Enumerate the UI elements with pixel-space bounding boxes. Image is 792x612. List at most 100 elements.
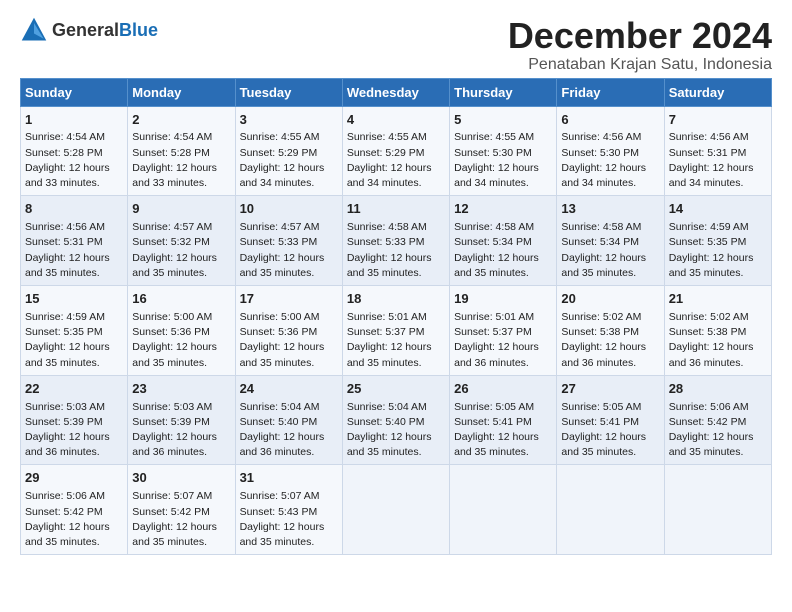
day-info: Daylight: 12 hours [669, 251, 767, 266]
day-number: 5 [454, 111, 552, 130]
day-info: Daylight: 12 hours [561, 161, 659, 176]
day-info: Sunrise: 5:06 AM [25, 489, 123, 504]
day-info: Sunrise: 4:59 AM [669, 220, 767, 235]
day-info: Sunrise: 5:00 AM [132, 310, 230, 325]
day-info: and 35 minutes. [669, 266, 767, 281]
day-info: and 35 minutes. [347, 356, 445, 371]
day-info: and 35 minutes. [25, 356, 123, 371]
day-number: 1 [25, 111, 123, 130]
day-info: and 34 minutes. [347, 176, 445, 191]
day-info: Sunrise: 5:03 AM [25, 400, 123, 415]
day-info: Daylight: 12 hours [347, 251, 445, 266]
calendar-table: SundayMondayTuesdayWednesdayThursdayFrid… [20, 78, 772, 556]
day-number: 11 [347, 200, 445, 219]
day-info: Daylight: 12 hours [132, 161, 230, 176]
day-number: 17 [240, 290, 338, 309]
day-info: Sunrise: 5:07 AM [240, 489, 338, 504]
day-number: 21 [669, 290, 767, 309]
day-number: 18 [347, 290, 445, 309]
calendar-cell: 11Sunrise: 4:58 AMSunset: 5:33 PMDayligh… [342, 196, 449, 286]
day-info: Daylight: 12 hours [561, 430, 659, 445]
day-info: Daylight: 12 hours [454, 251, 552, 266]
day-info: Sunrise: 4:57 AM [132, 220, 230, 235]
calendar-cell: 31Sunrise: 5:07 AMSunset: 5:43 PMDayligh… [235, 465, 342, 555]
day-info: Sunrise: 5:06 AM [669, 400, 767, 415]
day-info: Daylight: 12 hours [25, 340, 123, 355]
day-info: Sunrise: 5:07 AM [132, 489, 230, 504]
calendar-cell: 4Sunrise: 4:55 AMSunset: 5:29 PMDaylight… [342, 106, 449, 196]
day-info: and 35 minutes. [240, 356, 338, 371]
day-info: Sunrise: 5:04 AM [240, 400, 338, 415]
calendar-cell: 3Sunrise: 4:55 AMSunset: 5:29 PMDaylight… [235, 106, 342, 196]
day-info: Daylight: 12 hours [25, 520, 123, 535]
title-block: December 2024 Penataban Krajan Satu, Ind… [508, 16, 772, 74]
day-number: 27 [561, 380, 659, 399]
day-info: Daylight: 12 hours [669, 340, 767, 355]
day-info: and 35 minutes. [25, 266, 123, 281]
day-number: 23 [132, 380, 230, 399]
calendar-cell: 29Sunrise: 5:06 AMSunset: 5:42 PMDayligh… [21, 465, 128, 555]
calendar-cell: 13Sunrise: 4:58 AMSunset: 5:34 PMDayligh… [557, 196, 664, 286]
day-info: Sunset: 5:29 PM [240, 146, 338, 161]
calendar-cell: 18Sunrise: 5:01 AMSunset: 5:37 PMDayligh… [342, 286, 449, 376]
day-info: Sunset: 5:34 PM [561, 235, 659, 250]
day-info: Sunset: 5:29 PM [347, 146, 445, 161]
calendar-cell: 15Sunrise: 4:59 AMSunset: 5:35 PMDayligh… [21, 286, 128, 376]
calendar-cell [450, 465, 557, 555]
day-info: Daylight: 12 hours [240, 430, 338, 445]
day-info: and 35 minutes. [240, 266, 338, 281]
logo-text: GeneralBlue [52, 20, 158, 41]
day-info: Daylight: 12 hours [25, 251, 123, 266]
day-info: and 35 minutes. [347, 266, 445, 281]
day-info: and 36 minutes. [240, 445, 338, 460]
logo-general: General [52, 20, 119, 40]
calendar-cell: 1Sunrise: 4:54 AMSunset: 5:28 PMDaylight… [21, 106, 128, 196]
day-info: Sunrise: 4:56 AM [669, 130, 767, 145]
day-number: 3 [240, 111, 338, 130]
calendar-cell: 19Sunrise: 5:01 AMSunset: 5:37 PMDayligh… [450, 286, 557, 376]
day-info: Sunset: 5:35 PM [669, 235, 767, 250]
day-info: Daylight: 12 hours [132, 520, 230, 535]
day-info: Daylight: 12 hours [347, 340, 445, 355]
day-number: 31 [240, 469, 338, 488]
week-row-5: 29Sunrise: 5:06 AMSunset: 5:42 PMDayligh… [21, 465, 772, 555]
calendar-cell: 2Sunrise: 4:54 AMSunset: 5:28 PMDaylight… [128, 106, 235, 196]
day-info: Sunset: 5:36 PM [132, 325, 230, 340]
day-info: Sunset: 5:33 PM [347, 235, 445, 250]
day-info: Daylight: 12 hours [454, 161, 552, 176]
day-info: Sunset: 5:30 PM [561, 146, 659, 161]
week-row-4: 22Sunrise: 5:03 AMSunset: 5:39 PMDayligh… [21, 375, 772, 465]
day-info: Sunrise: 4:54 AM [132, 130, 230, 145]
logo-icon [20, 16, 48, 44]
day-info: Sunset: 5:37 PM [454, 325, 552, 340]
day-info: Sunset: 5:35 PM [25, 325, 123, 340]
calendar-cell: 25Sunrise: 5:04 AMSunset: 5:40 PMDayligh… [342, 375, 449, 465]
day-info: Sunset: 5:42 PM [25, 505, 123, 520]
calendar-cell: 10Sunrise: 4:57 AMSunset: 5:33 PMDayligh… [235, 196, 342, 286]
calendar-cell: 12Sunrise: 4:58 AMSunset: 5:34 PMDayligh… [450, 196, 557, 286]
day-info: Sunrise: 5:05 AM [561, 400, 659, 415]
day-info: Sunrise: 5:05 AM [454, 400, 552, 415]
day-info: and 34 minutes. [561, 176, 659, 191]
calendar-cell: 14Sunrise: 4:59 AMSunset: 5:35 PMDayligh… [664, 196, 771, 286]
day-info: and 35 minutes. [240, 535, 338, 550]
day-number: 30 [132, 469, 230, 488]
day-info: Sunrise: 4:54 AM [25, 130, 123, 145]
calendar-cell: 9Sunrise: 4:57 AMSunset: 5:32 PMDaylight… [128, 196, 235, 286]
day-info: and 33 minutes. [25, 176, 123, 191]
calendar-cell: 28Sunrise: 5:06 AMSunset: 5:42 PMDayligh… [664, 375, 771, 465]
day-info: Daylight: 12 hours [132, 251, 230, 266]
day-info: Sunset: 5:42 PM [669, 415, 767, 430]
day-info: Sunrise: 4:56 AM [561, 130, 659, 145]
day-info: Daylight: 12 hours [669, 430, 767, 445]
header: GeneralBlue December 2024 Penataban Kraj… [20, 16, 772, 74]
day-info: Sunset: 5:34 PM [454, 235, 552, 250]
day-info: and 36 minutes. [132, 445, 230, 460]
day-info: Sunrise: 4:55 AM [454, 130, 552, 145]
day-info: Sunrise: 5:02 AM [669, 310, 767, 325]
day-info: Daylight: 12 hours [347, 161, 445, 176]
col-header-tuesday: Tuesday [235, 78, 342, 106]
day-info: Daylight: 12 hours [132, 340, 230, 355]
day-info: and 35 minutes. [132, 535, 230, 550]
calendar-cell: 16Sunrise: 5:00 AMSunset: 5:36 PMDayligh… [128, 286, 235, 376]
